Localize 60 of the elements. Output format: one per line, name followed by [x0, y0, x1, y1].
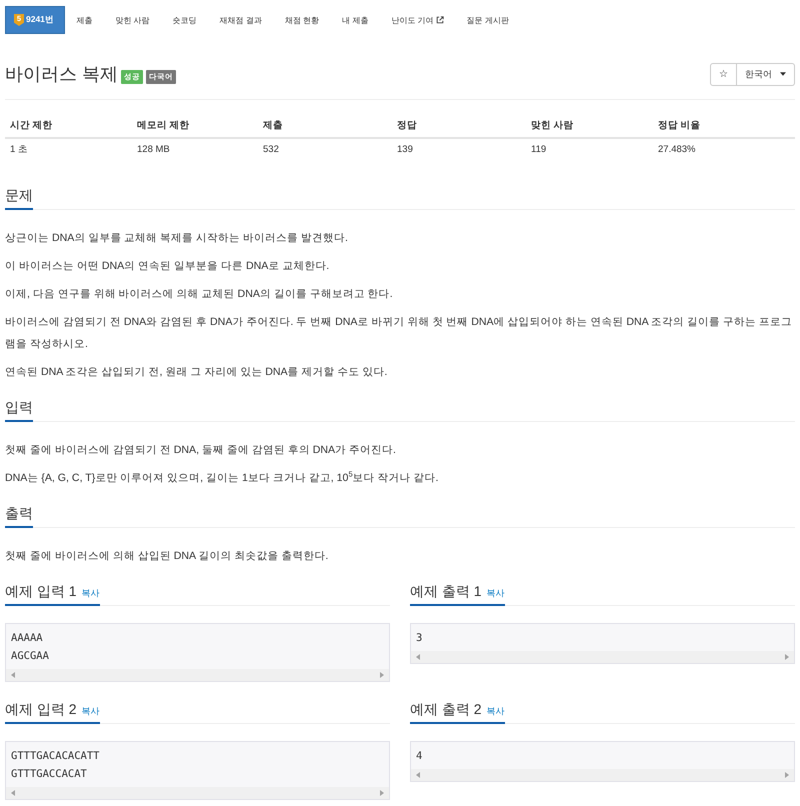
sample-heading: 예제 출력 2 — [410, 700, 482, 719]
table-cell-text: 119 — [530, 143, 548, 157]
sample-code: AAAAA AGCGAA — [10, 631, 50, 664]
scroll-left-icon[interactable] — [416, 772, 420, 778]
sample-heading: 예제 입력 2 — [5, 700, 77, 719]
paragraph: 연속된 DNA 조각은 삽입되기 전, 원래 그 자리에 있는 DNA를 제거할 수도 있다. — [5, 365, 388, 380]
table-header: 맞힌 사람 — [530, 119, 575, 133]
table-header: 메모리 제한 — [136, 119, 191, 133]
table-header: 정답 비율 — [657, 119, 702, 133]
nav-tab[interactable]: 재채점 결과 — [208, 6, 274, 34]
copy-link[interactable]: 복사 — [486, 588, 505, 600]
nav-tab[interactable]: 제출 — [64, 6, 104, 34]
table-cell-text: 1 초 — [9, 143, 29, 157]
section-heading: 출력 — [5, 501, 33, 528]
external-link-icon — [436, 16, 444, 24]
table-header: 제출 — [262, 119, 284, 133]
table-cell-text: 27.483% — [657, 143, 697, 157]
scroll-left-icon[interactable] — [11, 790, 15, 796]
paragraph: 이제, 다음 연구를 위해 바이러스에 의해 교체된 DNA의 길이를 구해보려고 한다. — [5, 287, 394, 302]
sample-code: 3 — [415, 631, 424, 646]
paragraph: 첫째 줄에 바이러스에 감염되기 전 DNA, 둘째 줄에 감염된 후의 DNA가 주어진다. — [5, 443, 397, 458]
scroll-right-icon[interactable] — [380, 672, 384, 678]
table-cell-text: 128 MB — [136, 143, 171, 157]
table-header: 정답 — [396, 119, 418, 133]
scroll-right-icon[interactable] — [785, 654, 789, 660]
paragraph: 첫째 줄에 바이러스에 의해 삽입된 DNA 길이의 최솟값을 출력한다. — [5, 549, 330, 564]
horizontal-scrollbar[interactable] — [6, 787, 389, 799]
sample-code: GTTTGACACACATT GTTTGACCACAT — [10, 749, 101, 782]
paragraph: DNA는 {A, G, C, T}로만 이루어져 있으며, 길이는 1보다 크거나 같고, 10$^{5}$보다 작거나 같다. — [5, 468, 440, 486]
section-heading: 문제 — [5, 183, 33, 210]
table-cell-text: 139 — [396, 143, 414, 157]
sample-code: 4 — [415, 749, 424, 764]
copy-link[interactable]: 복사 — [486, 706, 505, 718]
table-header: 시간 제한 — [9, 119, 54, 133]
horizontal-scrollbar[interactable] — [411, 769, 794, 781]
favorite-button[interactable]: ☆ — [710, 62, 737, 86]
table-cell-text: 532 — [262, 143, 280, 157]
horizontal-scrollbar[interactable] — [6, 669, 389, 681]
copy-link[interactable]: 복사 — [82, 588, 100, 600]
copy-link[interactable]: 복사 — [82, 706, 100, 718]
section-heading: 입력 — [5, 395, 33, 422]
nav-tab[interactable]: 질문 게시판 — [455, 6, 520, 34]
scroll-right-icon[interactable] — [785, 772, 789, 778]
sample-heading: 예제 입력 1 — [5, 582, 77, 601]
paragraph: 이 바이러스는 어떤 DNA의 연속된 일부분을 다른 DNA로 교체한다. — [5, 259, 330, 274]
scroll-left-icon[interactable] — [416, 654, 420, 660]
scroll-right-icon[interactable] — [380, 790, 384, 796]
nav-tab[interactable]: 채점 현황 — [273, 6, 331, 34]
nav-tab[interactable]: 난이도 기여 — [380, 6, 456, 34]
language-dropdown[interactable]: 한국어 — [737, 62, 795, 86]
caret-icon — [780, 72, 786, 76]
nav-tab[interactable]: 내 제출 — [330, 6, 380, 34]
horizontal-scrollbar[interactable] — [411, 651, 794, 663]
nav-tab[interactable]: 숏코딩 — [161, 6, 208, 34]
scroll-left-icon[interactable] — [11, 672, 15, 678]
paragraph: 바이러스에 감염되기 전 DNA와 감염된 후 DNA가 주어진다. 두 번째 DNA로 바뀌기 위해 첫 번째 DNA에 삽입되어야 하는 연속된 DNA 조각의 길이를 구하는 프로그램을 작성하시오. — [5, 315, 793, 352]
sample-heading: 예제 출력 1 — [410, 582, 482, 601]
paragraph: 상근이는 DNA의 일부를 교체해 복제를 시작하는 바이러스를 발견했다. — [5, 231, 349, 246]
problem-title: 바이러스 복제 — [5, 63, 118, 86]
nav-tab[interactable]: 맞힌 사람 — [104, 6, 162, 34]
